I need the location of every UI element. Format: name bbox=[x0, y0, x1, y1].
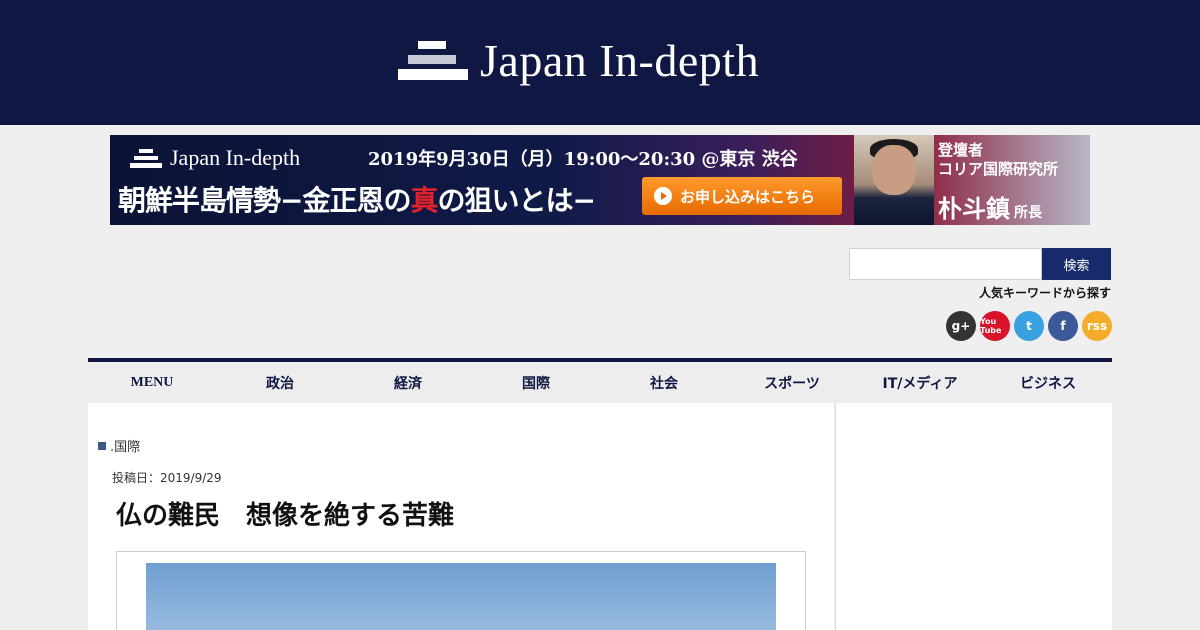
article-title: 仏の難民 想像を絶する苦難 bbox=[116, 501, 455, 531]
search-form: 検索 bbox=[849, 248, 1111, 280]
google-plus-icon[interactable]: g+ bbox=[946, 311, 976, 341]
banner-logo: Japan In-depth bbox=[130, 145, 300, 171]
article-main: .国際 投稿日：2019/9/29 仏の難民 想像を絶する苦難 bbox=[88, 403, 834, 630]
logo-mark-icon bbox=[398, 33, 468, 87]
play-icon bbox=[654, 187, 672, 205]
sidebar bbox=[835, 403, 1112, 630]
nav-item-economy[interactable]: 経済 bbox=[344, 362, 472, 403]
banner-apply-label: お申し込みはこちら bbox=[680, 187, 816, 206]
banner-date: 2019年9月30日（月）19:00～20:30 @東京 渋谷 bbox=[368, 149, 798, 170]
banner-headline: 朝鮮半島情勢−金正恩の真の狙いとは− bbox=[118, 184, 596, 217]
site-name: Japan In-depth bbox=[480, 34, 760, 86]
post-date: 投稿日：2019/9/29 bbox=[112, 471, 222, 485]
site-logo[interactable]: Japan In-depth bbox=[398, 30, 818, 90]
nav-item-society[interactable]: 社会 bbox=[600, 362, 728, 403]
site-header: Japan In-depth bbox=[0, 0, 1200, 125]
main-nav: MENU 政治 経済 国際 社会 スポーツ IT/メディア ビジネス bbox=[88, 358, 1112, 403]
nav-item-international[interactable]: 国際 bbox=[472, 362, 600, 403]
nav-item-menu[interactable]: MENU bbox=[88, 362, 216, 403]
article-image bbox=[146, 563, 776, 630]
rss-icon[interactable]: rss bbox=[1082, 311, 1112, 341]
category-breadcrumb[interactable]: .国際 bbox=[98, 436, 140, 455]
banner-logo-text: Japan In-depth bbox=[170, 145, 301, 170]
banner-logo-mark-icon bbox=[130, 147, 162, 169]
banner-speaker-role: 登壇者 コリア国際研究所 bbox=[938, 141, 1059, 178]
nav-item-politics[interactable]: 政治 bbox=[216, 362, 344, 403]
square-bullet-icon bbox=[98, 441, 106, 450]
search-button[interactable]: 検索 bbox=[1042, 248, 1111, 280]
facebook-icon[interactable]: f bbox=[1048, 311, 1078, 341]
nav-item-sports[interactable]: スポーツ bbox=[728, 362, 856, 403]
search-input[interactable] bbox=[849, 248, 1042, 280]
nav-item-business[interactable]: ビジネス bbox=[984, 362, 1112, 403]
social-links: g+ You Tube t f rss bbox=[946, 311, 1112, 341]
category-label: .国際 bbox=[110, 440, 141, 455]
event-banner[interactable]: Japan In-depth 2019年9月30日（月）19:00～20:30 … bbox=[110, 135, 1090, 225]
youtube-icon[interactable]: You Tube bbox=[980, 311, 1010, 341]
nav-item-it-media[interactable]: IT/メディア bbox=[856, 362, 984, 403]
speaker-photo bbox=[854, 135, 934, 225]
article-image-frame bbox=[116, 551, 806, 630]
banner-apply-button[interactable]: お申し込みはこちら bbox=[642, 177, 842, 215]
popular-keywords-link[interactable]: 人気キーワードから探す bbox=[979, 284, 1111, 301]
banner-speaker-name: 朴斗鎮 所長 bbox=[938, 194, 1042, 223]
twitter-icon[interactable]: t bbox=[1014, 311, 1044, 341]
